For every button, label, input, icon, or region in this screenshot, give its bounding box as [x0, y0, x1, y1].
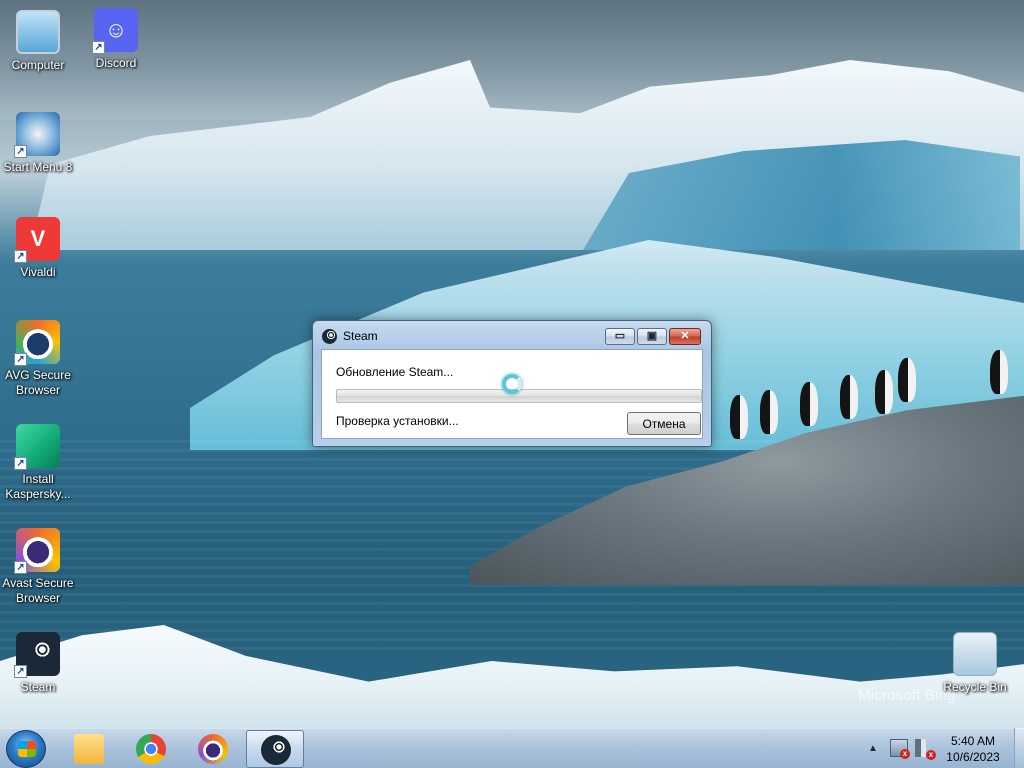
- taskbar-chrome[interactable]: [122, 730, 180, 768]
- desktop-icon-recycle-bin[interactable]: Recycle Bin: [937, 632, 1013, 695]
- avast-browser-icon: ↗: [14, 528, 60, 574]
- minimize-button[interactable]: ▭: [605, 328, 635, 345]
- kaspersky-icon: ↗: [14, 424, 60, 470]
- desktop-icon-label: Steam: [20, 680, 56, 694]
- folder-icon: [74, 734, 104, 764]
- shortcut-arrow-icon: ↗: [14, 665, 27, 678]
- maximize-button[interactable]: ▣: [637, 328, 667, 345]
- shortcut-arrow-icon: ↗: [14, 250, 27, 263]
- wallpaper-penguin: [990, 350, 1008, 394]
- steam-icon: ↗: [14, 632, 60, 678]
- windows-logo-icon: [18, 741, 36, 757]
- start-menu-icon: ↗: [14, 112, 60, 158]
- steam-icon: [261, 735, 291, 765]
- shortcut-arrow-icon: ↗: [92, 41, 105, 54]
- cancel-button[interactable]: Отмена: [627, 412, 701, 435]
- network-icon[interactable]: x: [890, 739, 910, 759]
- shortcut-arrow-icon: ↗: [14, 145, 27, 158]
- dialog-title: Steam: [343, 329, 378, 343]
- taskbar-steam[interactable]: [246, 730, 304, 768]
- taskbar-explorer[interactable]: [60, 730, 118, 768]
- desktop-icon-label: AVG Secure Browser: [5, 368, 71, 397]
- maximize-icon: ▣: [646, 330, 658, 342]
- desktop-icon-label: Install Kaspersky...: [5, 472, 71, 501]
- recycle-bin-icon: [953, 632, 997, 676]
- desktop-icon-discord[interactable]: ☺ ↗ Discord: [78, 8, 154, 71]
- desktop-icon-avast-browser[interactable]: ↗ Avast Secure Browser: [0, 528, 76, 606]
- vivaldi-icon: V ↗: [14, 217, 60, 263]
- discord-icon: ☺ ↗: [92, 8, 138, 54]
- desktop-icon-start-menu[interactable]: ↗ Start Menu 8: [0, 112, 76, 175]
- wallpaper-penguin: [760, 390, 778, 434]
- clock-time: 5:40 AM: [950, 734, 996, 748]
- steam-icon: [322, 329, 337, 344]
- network-error-badge: x: [900, 749, 910, 759]
- desktop-icon-avg-browser[interactable]: ↗ AVG Secure Browser: [0, 320, 76, 398]
- wallpaper-penguin: [730, 395, 748, 439]
- desktop-icon-label: Recycle Bin: [943, 680, 1007, 694]
- clock-date: 10/6/2023: [946, 750, 1000, 764]
- desktop-icon-label: Avast Secure Browser: [2, 576, 74, 605]
- taskbar-clock[interactable]: 5:40 AM 10/6/2023: [940, 733, 1006, 765]
- minimize-icon: ▭: [614, 330, 626, 342]
- desktop-icon-label: Discord: [95, 56, 137, 70]
- desktop-icon-label: Computer: [11, 58, 65, 72]
- computer-icon: [16, 10, 60, 54]
- desktop-icon-kaspersky[interactable]: ↗ Install Kaspersky...: [0, 424, 76, 502]
- close-button[interactable]: ✕: [669, 328, 701, 345]
- desktop-icon-steam[interactable]: ↗ Steam: [0, 632, 76, 695]
- avast-browser-icon: [198, 734, 228, 764]
- shortcut-arrow-icon: ↗: [14, 457, 27, 470]
- busy-cursor-icon: [502, 374, 522, 394]
- close-icon: ✕: [680, 330, 690, 342]
- shortcut-arrow-icon: ↗: [14, 353, 27, 366]
- desktop-icon-computer[interactable]: Computer: [0, 10, 76, 73]
- desktop-icon-label: Vivaldi: [20, 265, 56, 279]
- volume-muted-badge: x: [926, 750, 936, 760]
- wallpaper-penguin: [840, 375, 858, 419]
- shortcut-arrow-icon: ↗: [14, 561, 27, 574]
- start-button[interactable]: [6, 730, 46, 768]
- desktop-icon-vivaldi[interactable]: V ↗ Vivaldi: [0, 217, 76, 280]
- verify-status-text: Проверка установки...: [336, 414, 459, 428]
- show-desktop-button[interactable]: [1014, 728, 1024, 768]
- wallpaper-penguin: [875, 370, 893, 414]
- dialog-title-bar[interactable]: Steam ▭ ▣ ✕: [313, 321, 711, 349]
- taskbar-avast-browser[interactable]: [184, 730, 242, 768]
- update-status-text: Обновление Steam...: [336, 365, 454, 379]
- wallpaper-penguin: [898, 358, 916, 402]
- chrome-icon: [136, 734, 166, 764]
- avg-browser-icon: ↗: [14, 320, 60, 366]
- wallpaper-penguin: [800, 382, 818, 426]
- show-hidden-icons-button[interactable]: ▲: [868, 743, 878, 754]
- volume-icon[interactable]: x: [915, 739, 936, 760]
- desktop-icon-label: Start Menu 8: [3, 160, 73, 174]
- dialog-body: Обновление Steam... Проверка установки..…: [321, 349, 703, 439]
